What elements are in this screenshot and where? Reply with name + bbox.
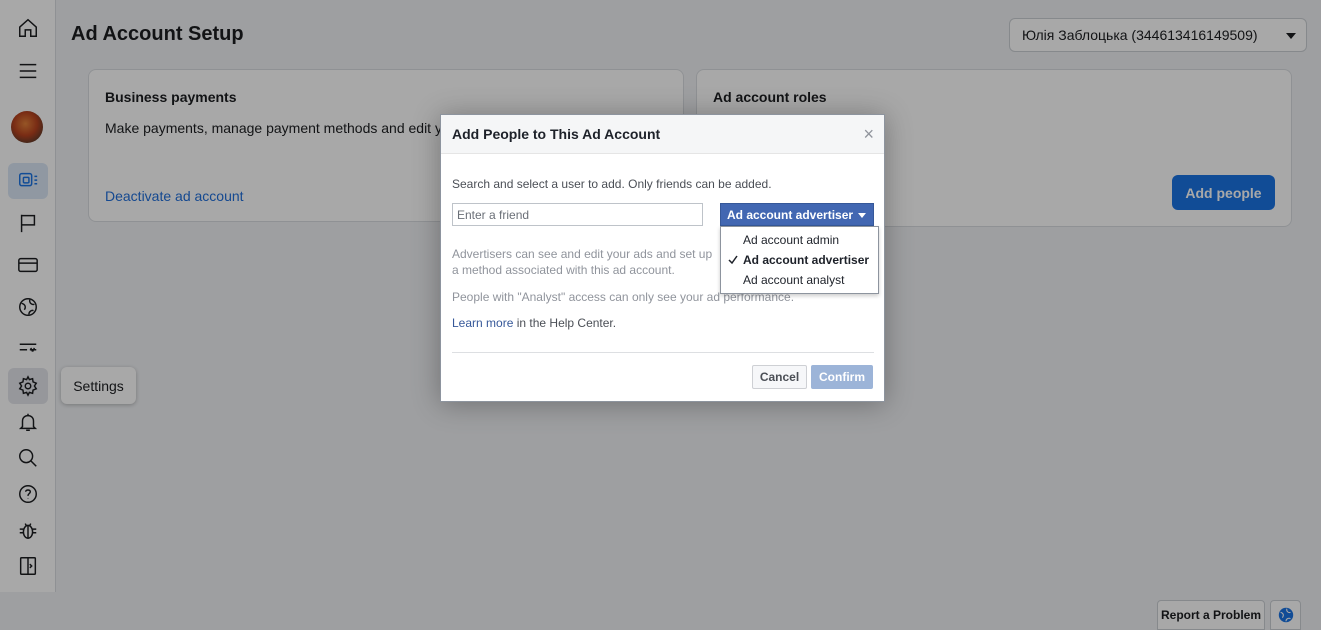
dialog-intro-text: Search and select a user to add. Only fr…	[452, 177, 772, 191]
dialog-title: Add People to This Ad Account	[452, 126, 661, 142]
add-people-dialog: Add People to This Ad Account × Search a…	[440, 114, 885, 402]
friend-search-input[interactable]	[452, 203, 703, 226]
dialog-header: Add People to This Ad Account ×	[441, 115, 884, 154]
cancel-button[interactable]: Cancel	[752, 365, 807, 389]
learn-more-link[interactable]: Learn more	[452, 316, 513, 330]
help-center-suffix: in the Help Center.	[513, 316, 617, 330]
role-dropdown-menu: Ad account admin Ad account advertiser A…	[720, 226, 879, 294]
caret-down-icon	[858, 213, 866, 218]
role-option-advertiser[interactable]: Ad account advertiser	[743, 253, 869, 267]
close-icon[interactable]: ×	[863, 125, 874, 143]
checkmark-icon	[728, 255, 738, 265]
role-option-admin[interactable]: Ad account admin	[743, 233, 839, 247]
role-dropdown[interactable]: Ad account advertiser	[720, 203, 874, 226]
divider	[452, 352, 874, 353]
role-option-analyst[interactable]: Ad account analyst	[743, 273, 844, 287]
advertiser-description: Advertisers can see and edit your ads an…	[452, 247, 713, 277]
help-center-text: Learn more in the Help Center.	[452, 315, 616, 331]
role-dropdown-label: Ad account advertiser	[727, 207, 854, 222]
confirm-button[interactable]: Confirm	[811, 365, 873, 389]
